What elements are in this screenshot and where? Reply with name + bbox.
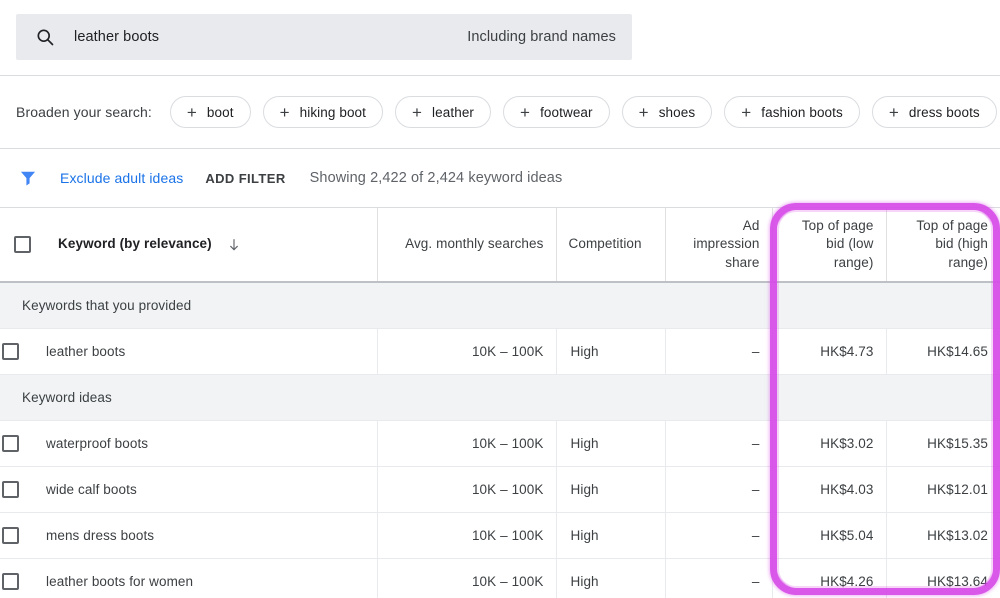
cell-bid-high: HK$14.65 [886, 328, 1000, 375]
cell-competition: High [556, 512, 666, 559]
cell-keyword: leather boots [0, 328, 378, 375]
cell-competition: High [556, 328, 666, 375]
plus-icon: + [412, 102, 423, 122]
broaden-your-search-label: Broaden your search: [16, 104, 152, 120]
cell-bid-high: HK$13.02 [886, 512, 1000, 559]
broaden-chip-hiking-boot[interactable]: + hiking boot [262, 96, 384, 128]
cell-competition: High [556, 466, 666, 513]
section-title: Keyword ideas [0, 374, 1000, 421]
table-row[interactable]: waterproof boots 10K – 100K High – HK$3.… [0, 420, 1000, 467]
plus-icon: + [279, 102, 290, 122]
chip-label: boot [206, 104, 234, 120]
chip-label: footwear [540, 104, 593, 120]
section-title: Keywords that you provided [0, 282, 1000, 329]
cell-bid-low: HK$3.02 [772, 420, 887, 467]
chip-label: dress boots [908, 104, 980, 120]
including-brand-names-label: Including brand names [467, 29, 616, 45]
row-checkbox[interactable] [2, 480, 19, 498]
broaden-chip-leather[interactable]: + leather [395, 96, 492, 128]
cell-avg-monthly-searches: 10K – 100K [377, 420, 557, 467]
cell-ad-impression-share: – [665, 512, 773, 559]
cell-ad-impression-share: – [665, 558, 773, 598]
keyword-text: leather boots for women [46, 573, 194, 589]
keyword-planner-page: leather boots Including brand names Broa… [0, 0, 1000, 598]
keyword-text: leather boots [46, 343, 126, 359]
search-input-value[interactable]: leather boots [74, 29, 467, 45]
keyword-text: waterproof boots [46, 435, 149, 451]
table-row[interactable]: leather boots 10K – 100K High – HK$4.73 … [0, 328, 1000, 375]
cell-bid-high: HK$13.64 [886, 558, 1000, 598]
filter-funnel-icon[interactable] [16, 166, 40, 190]
row-checkbox[interactable] [2, 572, 19, 590]
cell-bid-high: HK$12.01 [886, 466, 1000, 513]
search-icon [34, 26, 56, 48]
cell-bid-low: HK$4.03 [772, 466, 887, 513]
column-header-competition[interactable]: Competition [556, 208, 666, 283]
cell-keyword: waterproof boots [0, 420, 378, 467]
broaden-your-search-row: Broaden your search: + boot + hiking boo… [0, 76, 1000, 148]
cell-competition: High [556, 420, 666, 467]
keyword-text: wide calf boots [46, 481, 137, 497]
cell-ad-impression-share: – [665, 466, 773, 513]
broaden-chip-boot[interactable]: + boot [169, 96, 251, 128]
cell-avg-monthly-searches: 10K – 100K [377, 328, 557, 375]
cell-ad-impression-share: – [665, 420, 773, 467]
column-header-keyword-label: Keyword (by relevance) [58, 236, 212, 252]
row-checkbox[interactable] [2, 526, 19, 544]
cell-bid-high: HK$15.35 [886, 420, 1000, 467]
chip-label: shoes [658, 104, 696, 120]
table-row[interactable]: leather boots for women 10K – 100K High … [0, 558, 1000, 598]
chip-label: fashion boots [761, 104, 843, 120]
plus-icon: + [741, 102, 752, 122]
showing-count-text: Showing 2,422 of 2,424 keyword ideas [309, 170, 563, 186]
broaden-chip-fashion-boots[interactable]: + fashion boots [724, 96, 860, 128]
plus-icon: + [638, 102, 649, 122]
chip-label: hiking boot [299, 104, 367, 120]
column-header-ad-impression-share[interactable]: Ad impression share [665, 208, 773, 283]
column-header-top-of-page-bid-high[interactable]: Top of page bid (high range) [886, 208, 1000, 283]
cell-keyword: mens dress boots [0, 512, 378, 559]
select-all-checkbox[interactable] [14, 236, 31, 253]
cell-bid-low: HK$5.04 [772, 512, 887, 559]
cell-bid-low: HK$4.73 [772, 328, 887, 375]
filter-toolbar: Exclude adult ideas ADD FILTER Showing 2… [0, 149, 1000, 207]
broaden-chip-dress-boots[interactable]: + dress boots [871, 96, 997, 128]
cell-avg-monthly-searches: 10K – 100K [377, 558, 557, 598]
cell-competition: High [556, 558, 666, 598]
keyword-ideas-table: Keyword (by relevance) Avg. monthly sear… [0, 208, 1000, 598]
plus-icon: + [520, 102, 531, 122]
table-section-header: Keywords that you provided [0, 282, 1000, 329]
table-body: Keywords that you provided leather boots… [0, 282, 1000, 598]
table-section-header: Keyword ideas [0, 374, 1000, 421]
column-header-keyword[interactable]: Keyword (by relevance) [0, 208, 378, 283]
exclude-adult-ideas-link[interactable]: Exclude adult ideas [60, 170, 183, 186]
column-header-top-of-page-bid-low[interactable]: Top of page bid (low range) [772, 208, 887, 283]
table-header: Keyword (by relevance) Avg. monthly sear… [0, 208, 1000, 283]
arrow-down-icon[interactable] [226, 237, 242, 253]
table-row[interactable]: mens dress boots 10K – 100K High – HK$5.… [0, 512, 1000, 559]
search-section: leather boots Including brand names [0, 0, 1000, 75]
table-row[interactable]: wide calf boots 10K – 100K High – HK$4.0… [0, 466, 1000, 513]
keyword-search-bar[interactable]: leather boots Including brand names [16, 14, 632, 60]
cell-avg-monthly-searches: 10K – 100K [377, 512, 557, 559]
cell-keyword: wide calf boots [0, 466, 378, 513]
keyword-text: mens dress boots [46, 527, 155, 543]
column-header-avg-monthly-searches[interactable]: Avg. monthly searches [377, 208, 557, 283]
add-filter-button[interactable]: ADD FILTER [205, 171, 285, 186]
cell-bid-low: HK$4.26 [772, 558, 887, 598]
plus-icon: + [888, 102, 899, 122]
row-checkbox[interactable] [2, 434, 19, 452]
broaden-chip-shoes[interactable]: + shoes [621, 96, 713, 128]
row-checkbox[interactable] [2, 342, 19, 360]
cell-keyword: leather boots for women [0, 558, 378, 598]
chip-label: leather [432, 104, 475, 120]
plus-icon: + [186, 102, 197, 122]
broaden-chip-footwear[interactable]: + footwear [503, 96, 610, 128]
cell-avg-monthly-searches: 10K – 100K [377, 466, 557, 513]
cell-ad-impression-share: – [665, 328, 773, 375]
